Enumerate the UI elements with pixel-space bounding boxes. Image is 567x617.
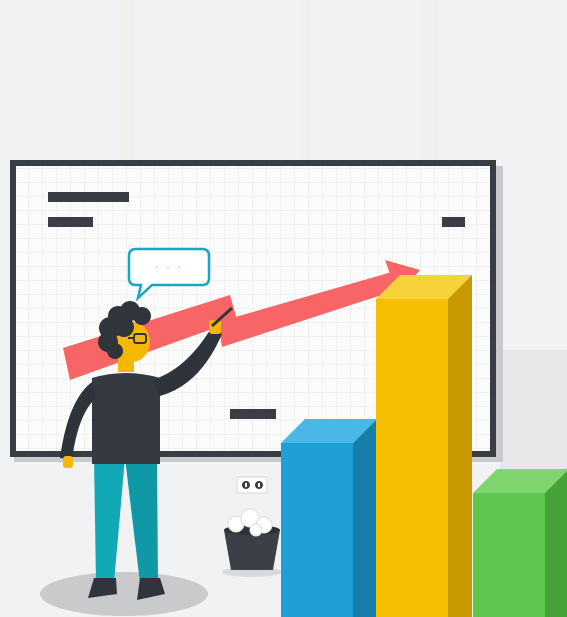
bar-green bbox=[473, 469, 567, 617]
bar-yellow bbox=[376, 275, 472, 617]
power-outlet-icon bbox=[236, 476, 268, 494]
board-heading-bar bbox=[48, 192, 129, 202]
speech-bubble-text: . . . bbox=[155, 258, 183, 271]
board-subheading-bar bbox=[48, 217, 93, 227]
bar-blue bbox=[281, 419, 377, 617]
board-label-bar-bottom bbox=[230, 409, 276, 419]
illustration-scene bbox=[0, 0, 567, 617]
floor-shadow bbox=[40, 572, 208, 616]
board-label-bar-right bbox=[442, 217, 465, 227]
